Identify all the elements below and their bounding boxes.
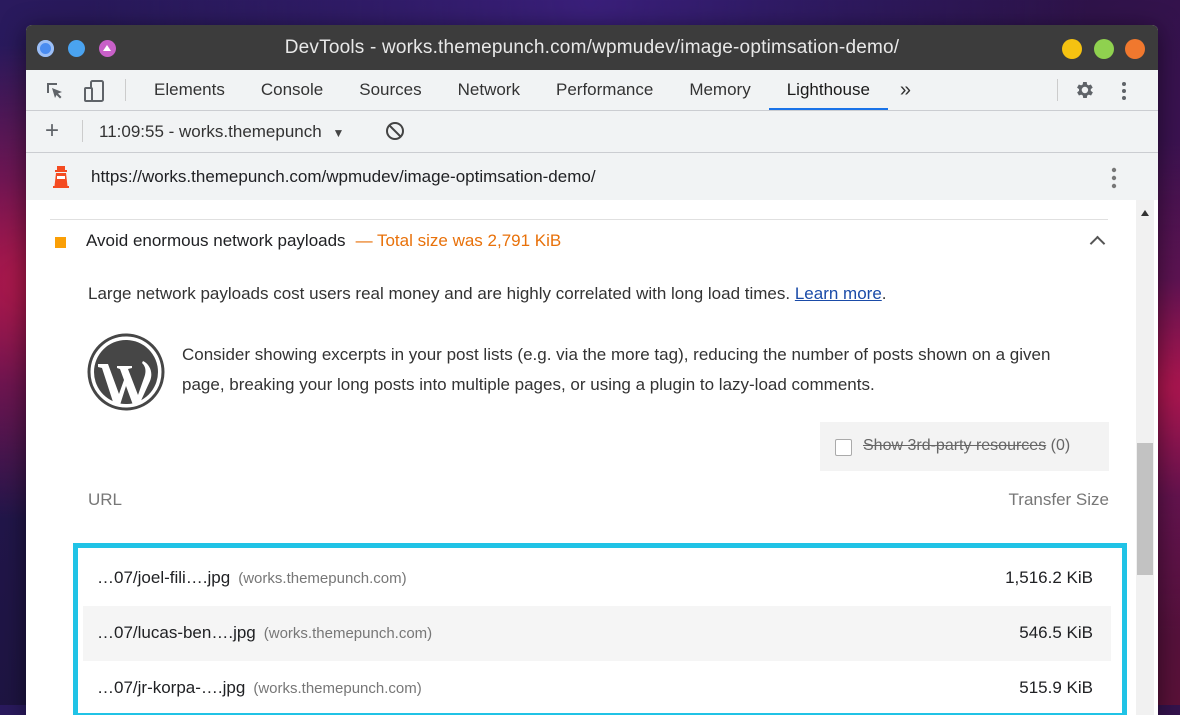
- lighthouse-icon: [52, 165, 70, 194]
- clear-icon[interactable]: [385, 121, 405, 146]
- wordpress-logo-icon: [87, 333, 165, 416]
- scrollbar-thumb[interactable]: [1137, 443, 1153, 575]
- report-select-value: 11:09:55 - works.themepunch: [99, 122, 322, 141]
- third-party-filter-label[interactable]: Show 3rd-party resources (0): [863, 437, 1070, 455]
- gear-icon[interactable]: [1073, 79, 1095, 106]
- audit-display-value: — Total size was 2,791 KiB: [355, 231, 562, 250]
- title-bar: DevTools - works.themepunch.com/wpmudev/…: [26, 25, 1158, 70]
- toolbar-divider: [82, 120, 83, 142]
- divider: [50, 219, 1108, 220]
- tab-lighthouse[interactable]: Lighthouse: [768, 70, 889, 110]
- report-content: Avoid enormous network payloads — Total s…: [26, 200, 1158, 715]
- new-report-icon[interactable]: +: [45, 117, 59, 145]
- description-period: .: [881, 284, 887, 303]
- panel-tabs: Elements Console Sources Network Perform…: [136, 70, 923, 110]
- filter-label-text: Show 3rd-party resources: [863, 437, 1047, 454]
- column-header-url: URL: [88, 490, 123, 509]
- devtools-window: DevTools - works.themepunch.com/wpmudev/…: [26, 25, 1158, 715]
- tab-memory[interactable]: Memory: [671, 70, 768, 110]
- stack-pack-advice: Consider showing excerpts in your post l…: [182, 345, 1051, 394]
- minimize-button[interactable]: [1062, 39, 1082, 59]
- highlight-box: [73, 543, 1127, 715]
- report-url: https://works.themepunch.com/wpmudev/ima…: [91, 167, 596, 186]
- toolbar-divider: [1057, 79, 1058, 101]
- devtools-toolbar: Elements Console Sources Network Perform…: [26, 70, 1158, 111]
- report-select[interactable]: 11:09:55 - works.themepunch ▼: [99, 122, 344, 142]
- device-toggle-icon[interactable]: [83, 80, 107, 107]
- report-url-bar: https://works.themepunch.com/wpmudev/ima…: [26, 153, 1158, 201]
- scrollbar[interactable]: [1136, 200, 1154, 715]
- filter-count: (0): [1050, 437, 1071, 454]
- kebab-menu-icon[interactable]: [1121, 80, 1127, 107]
- tab-performance[interactable]: Performance: [538, 70, 671, 110]
- report-menu-icon[interactable]: [1111, 166, 1117, 195]
- scroll-up-arrow-icon[interactable]: [1141, 210, 1149, 216]
- tab-console[interactable]: Console: [243, 70, 341, 110]
- third-party-checkbox[interactable]: [835, 439, 852, 456]
- maximize-button[interactable]: [1094, 39, 1114, 59]
- toolbar-divider: [125, 79, 126, 101]
- chevron-up-icon[interactable]: [1089, 235, 1106, 252]
- inspect-element-icon[interactable]: [44, 80, 66, 107]
- tab-elements[interactable]: Elements: [136, 70, 243, 110]
- description-text: Large network payloads cost users real m…: [88, 284, 791, 303]
- warning-square-icon: [55, 237, 66, 248]
- close-button[interactable]: [1125, 39, 1145, 59]
- learn-more-link[interactable]: Learn more: [795, 284, 882, 303]
- third-party-filter: Show 3rd-party resources (0): [820, 422, 1109, 471]
- lighthouse-toolbar: + 11:09:55 - works.themepunch ▼: [26, 111, 1158, 153]
- window-title: DevTools - works.themepunch.com/wpmudev/…: [284, 37, 900, 58]
- audit-title: Avoid enormous network payloads: [86, 231, 346, 250]
- tab-sources[interactable]: Sources: [341, 70, 439, 110]
- tab-network[interactable]: Network: [440, 70, 538, 110]
- more-tabs-button[interactable]: »: [888, 70, 923, 110]
- column-header-transfer-size: Transfer Size: [1008, 490, 1109, 509]
- audit-header[interactable]: Avoid enormous network payloads — Total s…: [86, 231, 561, 251]
- chevron-down-icon: ▼: [332, 126, 345, 140]
- audit-description: Large network payloads cost users real m…: [88, 284, 887, 304]
